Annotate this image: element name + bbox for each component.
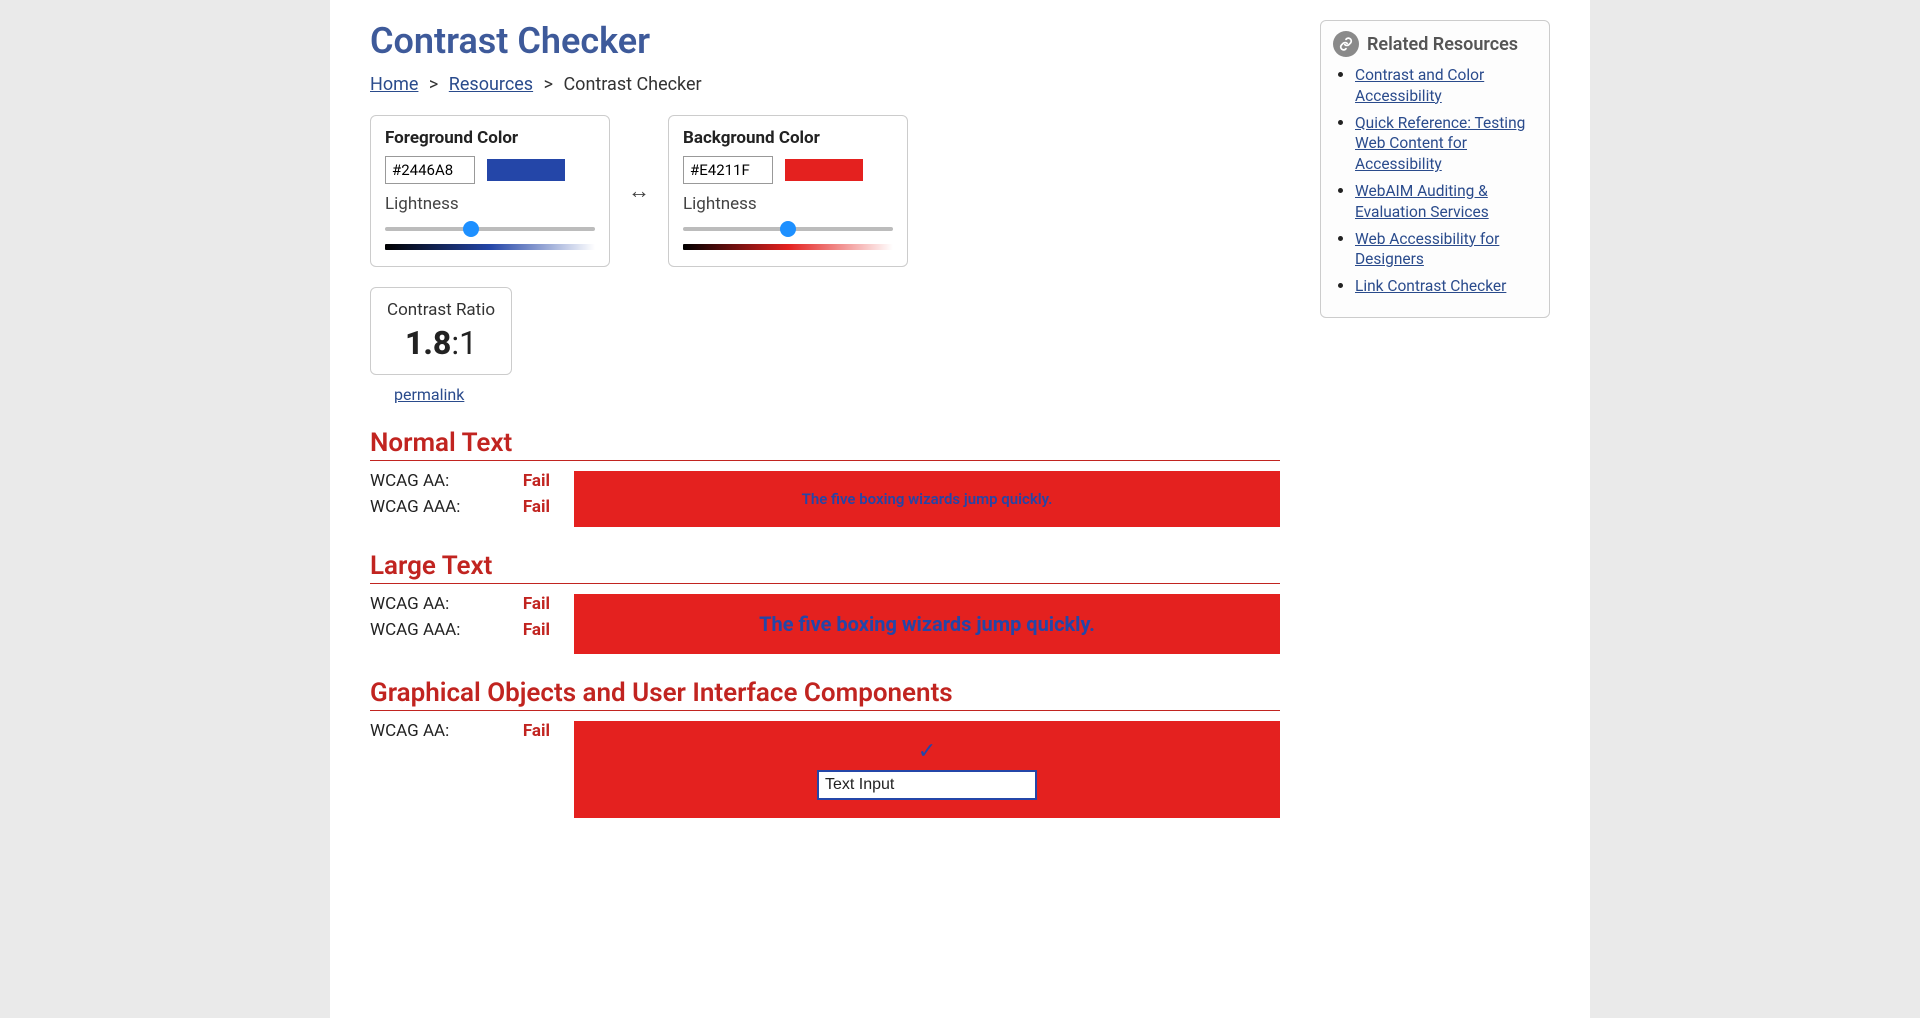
normal-text-sample-text: The five boxing wizards jump quickly. — [802, 490, 1053, 508]
normal-aaa-status: Fail — [523, 497, 550, 517]
related-resources-card: Related Resources Contrast and Color Acc… — [1320, 20, 1550, 318]
foreground-gradient — [385, 244, 595, 250]
normal-text-results: WCAG AA: Fail WCAG AAA: Fail — [370, 471, 550, 523]
link-icon — [1333, 31, 1359, 57]
normal-aa-status: Fail — [523, 471, 550, 491]
breadcrumb-home[interactable]: Home — [370, 74, 418, 95]
contrast-ratio-suffix: :1 — [451, 324, 477, 362]
ui-sample-input[interactable] — [817, 770, 1037, 800]
background-hex-input[interactable] — [683, 156, 773, 184]
breadcrumb-current: Contrast Checker — [563, 74, 701, 95]
page-title: Contrast Checker — [370, 20, 1280, 62]
breadcrumb-sep: > — [429, 74, 438, 95]
ui-components-sample: ✓ — [574, 721, 1280, 818]
ui-components-heading: Graphical Objects and User Interface Com… — [370, 678, 1280, 711]
background-label: Background Color — [683, 128, 893, 148]
ui-aa-label: WCAG AA: — [370, 721, 449, 741]
background-gradient — [683, 244, 893, 250]
background-card: Background Color Lightness — [668, 115, 908, 267]
foreground-lightness-slider[interactable] — [385, 220, 595, 238]
swap-icon[interactable]: ↔ — [628, 178, 650, 204]
related-resources-title: Related Resources — [1367, 34, 1518, 55]
related-link-3[interactable]: Web Accessibility for Designers — [1355, 230, 1499, 269]
large-text-sample-text: The five boxing wizards jump quickly. — [759, 612, 1095, 636]
breadcrumb-sep: > — [544, 74, 553, 95]
large-aaa-status: Fail — [523, 620, 550, 640]
foreground-hex-input[interactable] — [385, 156, 475, 184]
contrast-ratio-card: Contrast Ratio 1.8:1 — [370, 287, 512, 375]
normal-aa-label: WCAG AA: — [370, 471, 449, 491]
ui-components-results: WCAG AA: Fail — [370, 721, 550, 747]
normal-aaa-label: WCAG AAA: — [370, 497, 460, 517]
normal-text-sample: The five boxing wizards jump quickly. — [574, 471, 1280, 527]
ui-aa-status: Fail — [523, 721, 550, 741]
foreground-swatch[interactable] — [487, 159, 565, 181]
related-resources-list: Contrast and Color Accessibility Quick R… — [1333, 65, 1537, 297]
large-text-results: WCAG AA: Fail WCAG AAA: Fail — [370, 594, 550, 646]
contrast-ratio-number: 1.8 — [405, 324, 451, 362]
foreground-label: Foreground Color — [385, 128, 595, 148]
large-aa-status: Fail — [523, 594, 550, 614]
background-lightness-label: Lightness — [683, 194, 893, 214]
breadcrumb: Home > Resources > Contrast Checker — [370, 74, 1280, 95]
related-link-4[interactable]: Link Contrast Checker — [1355, 277, 1506, 295]
large-text-sample: The five boxing wizards jump quickly. — [574, 594, 1280, 654]
background-lightness-slider[interactable] — [683, 220, 893, 238]
related-link-0[interactable]: Contrast and Color Accessibility — [1355, 66, 1484, 105]
background-swatch[interactable] — [785, 159, 863, 181]
related-link-2[interactable]: WebAIM Auditing & Evaluation Services — [1355, 182, 1489, 221]
normal-text-heading: Normal Text — [370, 428, 1280, 461]
foreground-card: Foreground Color Lightness — [370, 115, 610, 267]
related-link-1[interactable]: Quick Reference: Testing Web Content for… — [1355, 114, 1525, 174]
contrast-ratio-label: Contrast Ratio — [387, 300, 495, 320]
large-aa-label: WCAG AA: — [370, 594, 449, 614]
contrast-ratio-value: 1.8:1 — [387, 324, 495, 362]
breadcrumb-resources[interactable]: Resources — [449, 74, 533, 95]
large-text-heading: Large Text — [370, 551, 1280, 584]
foreground-lightness-label: Lightness — [385, 194, 595, 214]
large-aaa-label: WCAG AAA: — [370, 620, 460, 640]
check-icon: ✓ — [918, 739, 936, 764]
permalink-link[interactable]: permalink — [394, 385, 1280, 404]
